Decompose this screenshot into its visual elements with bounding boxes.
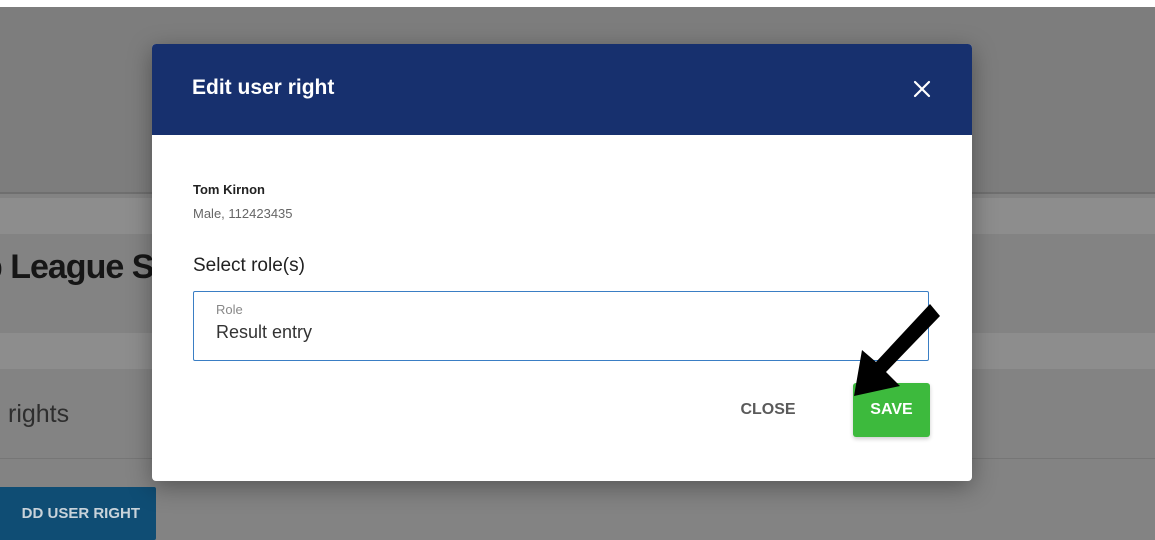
role-select-field[interactable]: Role Result entry xyxy=(193,291,929,361)
select-roles-label: Select role(s) xyxy=(193,255,305,276)
edit-user-right-dialog: Edit user right Tom Kirnon Male, 1124234… xyxy=(152,44,972,481)
add-user-right-button: DD USER RIGHT xyxy=(0,487,156,540)
user-name: Tom Kirnon xyxy=(193,182,265,197)
role-field-label: Role xyxy=(216,302,243,317)
screen: b League S rights DD USER RIGHT Edit use… xyxy=(0,0,1155,540)
close-icon[interactable] xyxy=(910,77,934,101)
background-section-title: b League S xyxy=(0,248,154,286)
close-button[interactable]: CLOSE xyxy=(728,390,808,430)
background-subtitle: rights xyxy=(8,400,70,428)
arrow-pointer-icon xyxy=(854,304,940,396)
user-meta: Male, 112423435 xyxy=(193,206,293,221)
dialog-title: Edit user right xyxy=(192,76,335,99)
dialog-header: Edit user right xyxy=(152,44,972,135)
role-field-value: Result entry xyxy=(216,322,313,342)
app-top-band xyxy=(0,0,1155,7)
